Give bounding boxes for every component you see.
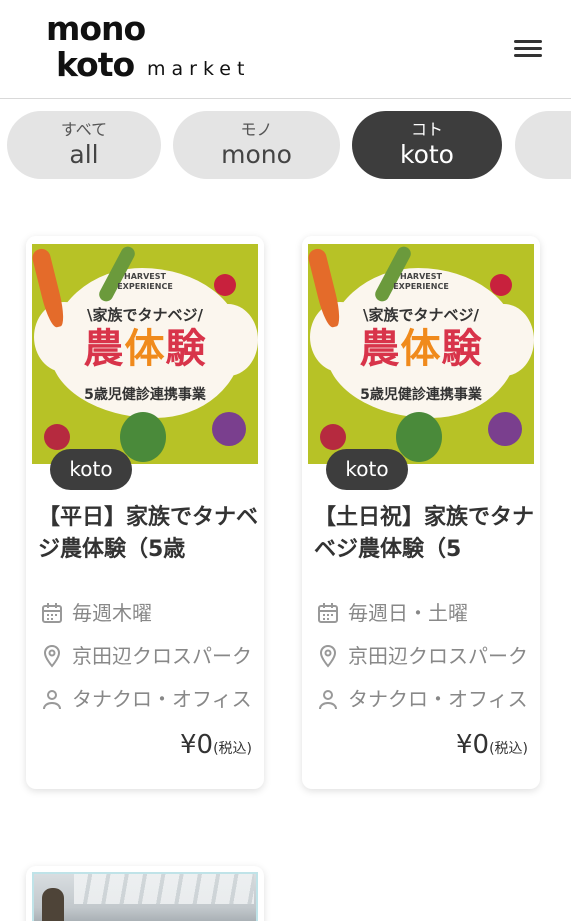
product-card-partial[interactable] [26, 866, 264, 921]
tab-all-ja-label: すべて [60, 120, 108, 139]
poster-note: 5歳児健診連携事業 [360, 387, 482, 403]
hamburger-menu-icon-bar [514, 47, 542, 50]
price-value: ¥0 [179, 730, 214, 760]
price: ¥0(税込) [456, 730, 528, 760]
card-photo-image [32, 872, 258, 921]
poster-experience-word: EXPERIENCE [117, 282, 173, 291]
poster-harvest-label: HARVEST EXPERIENCE [308, 272, 534, 292]
hamburger-menu-icon-bar [514, 40, 542, 43]
product-card[interactable]: HARVEST EXPERIENCE \家族でタナベジ/ 農体験 5歳児健診連携… [26, 236, 264, 789]
location-pin-icon [319, 644, 337, 668]
tab-koto-en-label: koto [400, 140, 454, 169]
location-pin-icon [43, 644, 61, 668]
hamburger-menu-button[interactable] [510, 36, 546, 64]
logo-word-market: market [147, 58, 251, 80]
price: ¥0(税込) [180, 730, 252, 760]
category-badge: koto [326, 449, 408, 490]
event-organizer-text: タナクロ・オフィス [348, 687, 528, 711]
price-tax-note: (税込) [213, 741, 252, 757]
event-date: 毎週日・土曜 [316, 598, 530, 628]
poster-main-char: 験 [165, 326, 207, 372]
person-icon [43, 690, 61, 710]
person-icon [319, 690, 337, 710]
price-tax-note: (税込) [489, 741, 528, 757]
poster-harvest-label: HARVEST EXPERIENCE [32, 272, 258, 292]
poster-main-title: 農体験 [32, 326, 258, 372]
turnip-illustration [212, 412, 246, 446]
event-date: 毎週木曜 [40, 598, 254, 628]
radish-illustration [44, 424, 70, 450]
logo-word-koto: koto [56, 45, 135, 84]
card-thumbnail: HARVEST EXPERIENCE \家族でタナベジ/ 農体験 5歳児健診連携… [302, 236, 540, 464]
tab-next-partial[interactable] [515, 111, 571, 179]
poster-subtitle: \家族でタナベジ/ [87, 306, 203, 324]
tab-koto[interactable]: コト koto [352, 111, 502, 179]
leafy-vegetable-illustration [396, 412, 442, 462]
tab-koto-ja-label: コト [410, 120, 443, 139]
category-badge: koto [50, 449, 132, 490]
event-poster-image: HARVEST EXPERIENCE \家族でタナベジ/ 農体験 5歳児健診連携… [308, 244, 534, 464]
poster-main-char: 農 [83, 326, 125, 372]
tab-mono-en-label: mono [221, 140, 292, 169]
calendar-icon [42, 603, 62, 623]
event-poster-image: HARVEST EXPERIENCE \家族でタナベジ/ 農体験 5歳児健診連携… [32, 244, 258, 464]
poster-main-char: 農 [359, 326, 401, 372]
logo-word-mono: mono [46, 9, 146, 48]
event-organizer: タナクロ・オフィス [40, 684, 254, 714]
tab-mono[interactable]: モノ mono [173, 111, 340, 179]
event-location: 京田辺クロスパーク [40, 641, 254, 671]
hamburger-menu-icon-bar [514, 54, 542, 57]
mono-koto-market-logo[interactable]: mono koto market [44, 10, 264, 90]
person-image-detail [42, 888, 64, 921]
leafy-vegetable-illustration [120, 412, 166, 462]
event-location-text: 京田辺クロスパーク [72, 644, 252, 668]
event-date-text: 毎週日・土曜 [348, 601, 468, 625]
poster-subtitle: \家族でタナベジ/ [363, 306, 479, 324]
tab-all-en-label: all [69, 140, 99, 169]
product-card[interactable]: HARVEST EXPERIENCE \家族でタナベジ/ 農体験 5歳児健診連携… [302, 236, 540, 789]
card-title[interactable]: 【平日】家族でタナベジ農体験（5歳 [38, 502, 258, 572]
poster-harvest-word: HARVEST [400, 272, 442, 281]
tab-mono-ja-label: モノ [240, 120, 273, 139]
event-date-text: 毎週木曜 [72, 601, 152, 625]
poster-main-char: 体 [400, 326, 442, 372]
poster-main-char: 体 [124, 326, 166, 372]
calendar-icon [318, 603, 338, 623]
turnip-illustration [488, 412, 522, 446]
poster-experience-word: EXPERIENCE [393, 282, 449, 291]
category-tabs: すべて all モノ mono コト koto [0, 111, 571, 181]
poster-harvest-word: HARVEST [124, 272, 166, 281]
greenhouse-roof-image-detail [74, 874, 254, 904]
event-location-text: 京田辺クロスパーク [348, 644, 528, 668]
event-organizer-text: タナクロ・オフィス [72, 687, 252, 711]
price-value: ¥0 [455, 730, 490, 760]
card-thumbnail: HARVEST EXPERIENCE \家族でタナベジ/ 農体験 5歳児健診連携… [26, 236, 264, 464]
poster-note: 5歳児健診連携事業 [84, 387, 206, 403]
event-location: 京田辺クロスパーク [316, 641, 530, 671]
site-header: mono koto market [0, 0, 571, 99]
poster-main-char: 験 [441, 326, 483, 372]
radish-illustration [320, 424, 346, 450]
event-organizer: タナクロ・オフィス [316, 684, 530, 714]
tab-all[interactable]: すべて all [7, 111, 161, 179]
poster-main-title: 農体験 [308, 326, 534, 372]
card-title[interactable]: 【土日祝】家族でタナベジ農体験（5 [314, 502, 534, 572]
